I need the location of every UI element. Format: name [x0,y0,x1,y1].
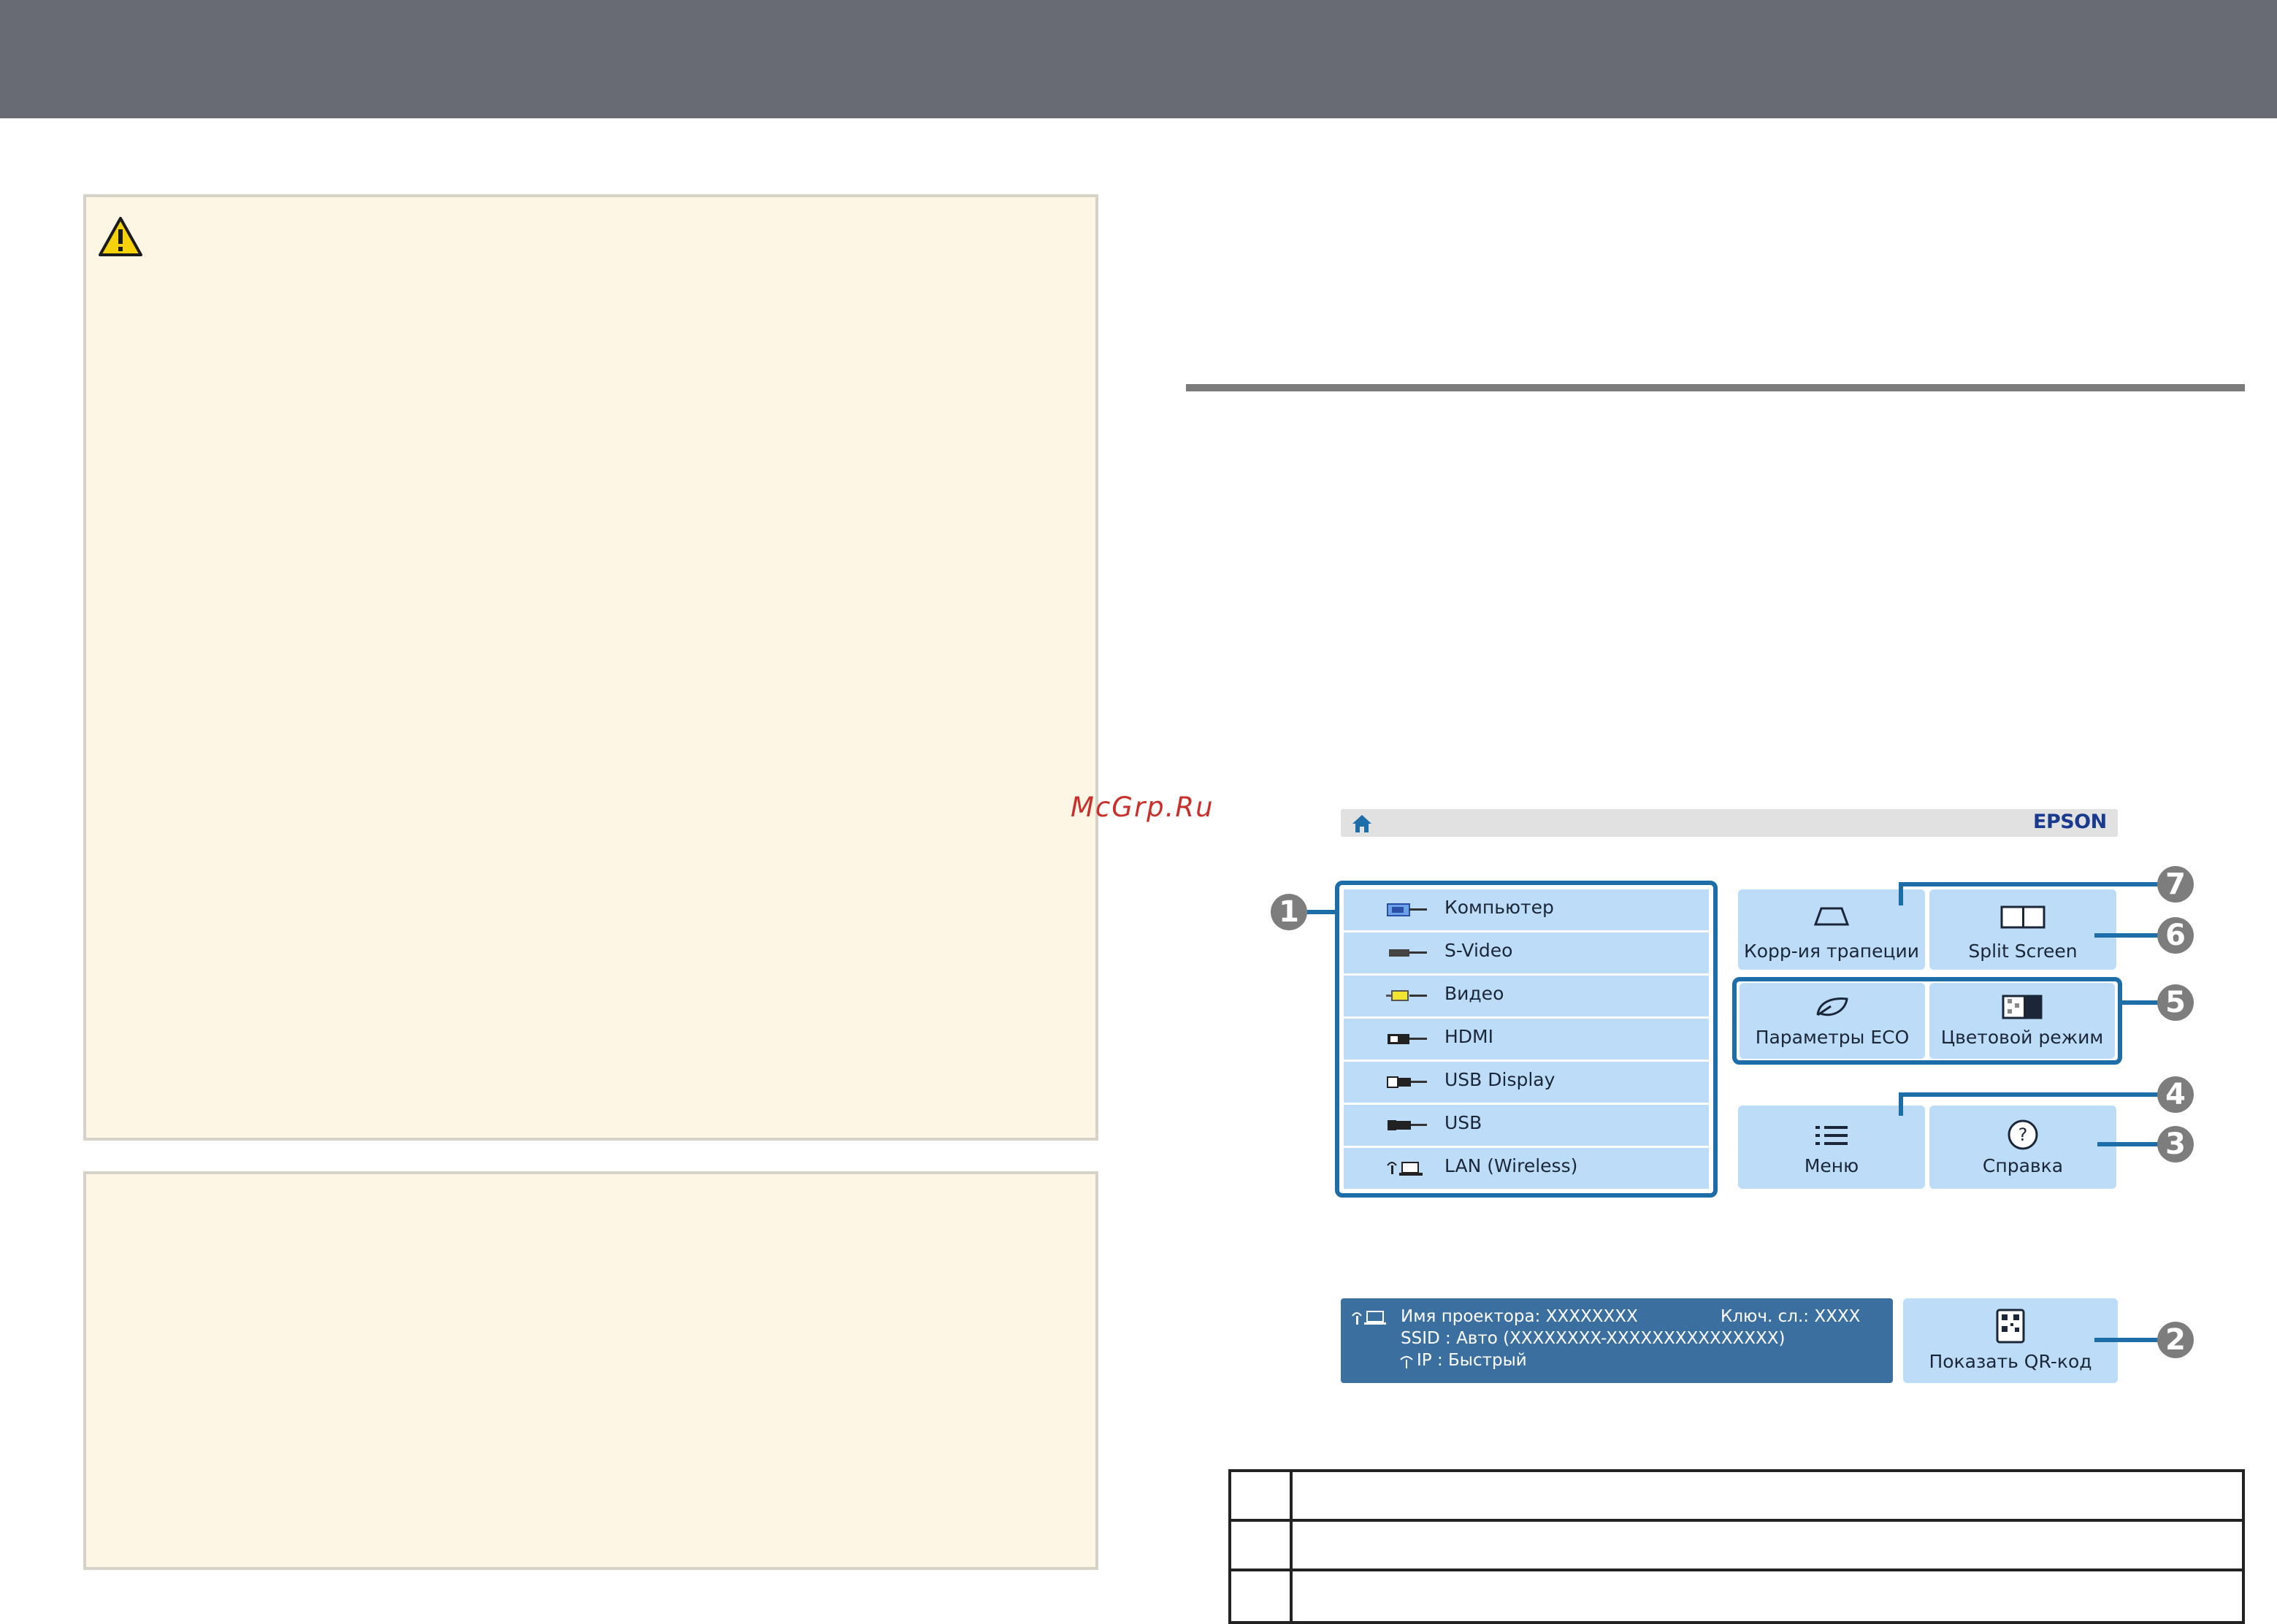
callout-line [2121,1000,2159,1005]
help-icon: ? [2008,1119,2038,1150]
list-item[interactable]: Компьютер [1344,889,1709,930]
eco-tile[interactable]: Параметры ECO [1740,983,1925,1059]
callout-line [1902,882,2159,886]
watermark: McGrp.Ru [1071,792,1214,823]
source-label: Видео [1444,983,1504,1004]
callout-line [2097,1142,2159,1146]
source-list: Компьютер S-Video Видео HDMI USB Display [1335,881,1718,1198]
callout-3: 3 [2157,1126,2194,1163]
signal-icon [1400,1356,1413,1368]
source-label: USB [1444,1112,1482,1133]
menu-tile[interactable]: Меню [1738,1106,1925,1189]
keystone-tile[interactable]: Корр-ия трапеции [1738,889,1925,970]
source-label: HDMI [1444,1026,1493,1047]
warning-icon [99,217,142,256]
ip-address: IP : Быстрый [1417,1351,1527,1370]
callout-line [1307,910,1336,914]
callout-line [1902,1092,2159,1097]
color-mode-icon [2002,995,2043,1019]
qr-code-icon [1996,1309,2025,1344]
list-item[interactable]: S-Video [1344,932,1709,973]
network-info-bar: Имя проектора: XXXXXXXX Ключ. сл.: XXXX … [1341,1298,1893,1383]
network-icon [1352,1311,1386,1325]
keyword: Ключ. сл.: XXXX [1721,1307,1861,1326]
table-row-divider [1231,1519,2242,1522]
page-header-bar [0,0,2277,118]
source-label: Компьютер [1444,897,1554,918]
note-box [83,1171,1098,1570]
list-item[interactable]: LAN (Wireless) [1344,1148,1709,1189]
keystone-icon [1813,907,1850,926]
lan-wireless-icon [1387,1162,1423,1176]
callout-line [1899,1092,1903,1116]
color-mode-label: Цветовой режим [1940,1027,2104,1048]
split-screen-tile[interactable]: Split Screen [1929,889,2116,970]
video-port-icon [1386,990,1427,1001]
list-item[interactable]: USB [1344,1105,1709,1146]
split-screen-icon [2000,905,2046,929]
usb-display-port-icon [1387,1076,1427,1088]
list-item[interactable]: Видео [1344,976,1709,1016]
keystone-label: Корр-ия трапеции [1743,941,1920,962]
list-item[interactable]: HDMI [1344,1019,1709,1060]
menu-icon [1815,1126,1848,1145]
table-row-divider [1231,1569,2242,1571]
eco-label: Параметры ECO [1755,1027,1910,1048]
callout-5: 5 [2157,984,2194,1021]
table-column-divider [1290,1472,1293,1621]
callout-1: 1 [1271,894,1307,930]
home-icon [1352,815,1371,832]
list-item[interactable]: USB Display [1344,1062,1709,1103]
computer-port-icon [1387,903,1427,916]
usb-port-icon [1388,1120,1427,1130]
ssid: SSID : Авто (XXXXXXXX-XXXXXXXXXXXXXXX) [1401,1329,1786,1348]
menu-label: Меню [1804,1155,1859,1176]
callout-2: 2 [2157,1322,2194,1358]
warning-box [83,194,1098,1141]
qr-code-tile[interactable]: Показать QR-код [1903,1298,2118,1383]
color-mode-tile[interactable]: Цветовой режим [1929,983,2115,1059]
leaf-icon [1816,997,1848,1016]
split-screen-label: Split Screen [1968,941,2078,962]
hdmi-port-icon [1388,1034,1427,1044]
source-label: S-Video [1444,940,1513,961]
source-label: USB Display [1444,1069,1555,1090]
legend-table [1228,1469,2245,1624]
home-screen-header [1341,809,2118,837]
brand-logo: EPSON [2033,811,2107,833]
callout-line [2094,1338,2159,1342]
callout-line [1899,882,1903,905]
s-video-port-icon [1389,949,1427,957]
projector-name: Имя проектора: XXXXXXXX [1401,1307,1638,1326]
svg-text:?: ? [2018,1125,2028,1145]
help-tile[interactable]: ? Справка [1929,1106,2116,1189]
help-label: Справка [1982,1155,2064,1176]
callout-4: 4 [2157,1076,2194,1113]
callout-line [2094,933,2159,938]
source-label: LAN (Wireless) [1444,1155,1578,1176]
callout-7: 7 [2157,866,2194,903]
section-divider [1186,384,2245,391]
callout-6: 6 [2157,917,2194,954]
qr-code-label: Показать QR-код [1929,1351,2092,1372]
